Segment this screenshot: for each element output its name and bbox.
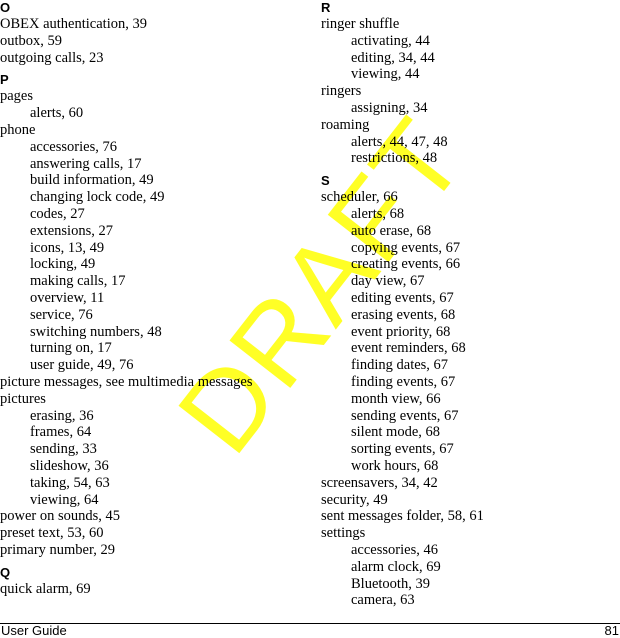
index-entry: sent messages folder, 58, 61 <box>321 508 484 525</box>
footer-title: User Guide <box>1 623 67 638</box>
footer-divider <box>0 623 620 624</box>
index-subentry: work hours, 68 <box>351 457 439 474</box>
index-entry: OBEX authentication, 39 <box>0 16 147 32</box>
index-section-p: Ppages alerts, 60 phone accessories, 76 answ… <box>0 72 310 558</box>
index-subentry: month view, 66 <box>351 390 441 407</box>
index-subentry: making calls, 17 <box>30 273 126 290</box>
index-subentry: editing events, 67 <box>351 289 454 306</box>
index-subentry: locking, 49 <box>30 256 96 273</box>
index-subentry: accessories, 46 <box>351 541 438 558</box>
index-subentry: extensions, 27 <box>30 222 113 239</box>
index-subentry: alerts, 44, 47, 48 <box>351 133 448 150</box>
index-subentry: auto erase, 68 <box>351 222 432 239</box>
index-subentry: taking, 54, 63 <box>30 474 110 491</box>
index-subentry: codes, 27 <box>30 205 85 222</box>
index-subentry: creating events, 66 <box>351 256 461 273</box>
index-subentry: restrictions, 48 <box>351 150 438 167</box>
index-entry: ringers <box>321 83 362 100</box>
index-entry: screensavers, 34, 42 <box>321 474 438 491</box>
index-subentry: camera, 63 <box>351 592 415 609</box>
index-entry: settings <box>321 525 366 542</box>
index-subentry: frames, 64 <box>30 424 92 441</box>
index-section-s: Sscheduler, 66 alerts, 68 auto erase, 68 co… <box>321 173 620 609</box>
index-subentry: user guide, 49, 76 <box>30 357 134 374</box>
page-number: 81 <box>604 623 619 638</box>
index-subentry: event priority, 68 <box>351 323 451 340</box>
index-entry: phone <box>0 121 36 138</box>
index-subentry: switching numbers, 48 <box>30 323 162 340</box>
index-subentry: day view, 67 <box>351 273 425 290</box>
index-section-o: O OBEX authentication, 39 outbox, 59 outgoi… <box>0 0 310 66</box>
index-subentry: alerts, 68 <box>351 205 405 222</box>
index-subentry: build information, 49 <box>30 172 154 189</box>
index-subentry: alarm clock, 69 <box>351 558 441 575</box>
index-subentry: sending events, 67 <box>351 407 459 424</box>
index-section-r: Rringer shuffle activating, 44 editing, 34… <box>321 0 620 167</box>
index-subentry: event reminders, 68 <box>351 340 466 357</box>
index-entry: pictures <box>0 390 46 407</box>
index-subentry: accessories, 76 <box>30 138 117 155</box>
index-subentry: overview, 11 <box>30 289 105 306</box>
index-entry: pages <box>0 88 34 105</box>
index-subentry: service, 76 <box>30 306 93 323</box>
index-section-q: Qquick alarm, 69 <box>0 565 310 598</box>
index-column-right: Rringer shuffle activating, 44 editing, 34… <box>321 0 620 609</box>
index-entry: power on sounds, 45 <box>0 508 121 525</box>
index-entry: outgoing calls, 23 <box>0 49 104 66</box>
index-subentry: finding events, 67 <box>351 373 456 390</box>
section-letter: O <box>0 0 11 15</box>
index-entry: roaming <box>321 116 370 133</box>
index-entry: ringer shuffle <box>321 16 400 32</box>
index-subentry: finding dates, 67 <box>351 357 449 374</box>
index-subentry: sorting events, 67 <box>351 441 454 458</box>
index-subentry: sending, 33 <box>30 441 97 458</box>
index-subentry: copying events, 67 <box>351 239 461 256</box>
index-subentry: erasing events, 68 <box>351 306 456 323</box>
index-entry: outbox, 59 <box>0 32 63 49</box>
index-subentry: turning on, 17 <box>30 340 112 357</box>
index-subentry: slideshow, 36 <box>30 457 109 474</box>
index-subentry: viewing, 64 <box>30 491 99 508</box>
index-subentry: editing, 34, 44 <box>351 49 435 66</box>
section-letter: S <box>321 173 330 189</box>
index-entry: primary number, 29 <box>0 541 115 558</box>
index-subentry: silent mode, 68 <box>351 424 441 441</box>
index-subentry: erasing, 36 <box>30 407 94 424</box>
index-subentry: viewing, 44 <box>351 66 420 83</box>
index-subentry: Bluetooth, 39 <box>351 575 430 592</box>
index-subentry: alerts, 60 <box>30 105 84 122</box>
index-entry: picture messages, see multimedia message… <box>0 373 253 390</box>
index-subentry: changing lock code, 49 <box>30 189 165 206</box>
index-entry: scheduler, 66 <box>321 189 398 206</box>
index-subentry: answering calls, 17 <box>30 155 142 172</box>
index-entry: security, 49 <box>321 491 388 508</box>
index-subentry: icons, 13, 49 <box>30 239 105 256</box>
index-column-left: O OBEX authentication, 39 outbox, 59 outgoi… <box>0 0 310 598</box>
index-subentry: assigning, 34 <box>351 99 428 116</box>
index-entry: preset text, 53, 60 <box>0 525 104 542</box>
section-letter: Q <box>0 564 11 580</box>
section-letter: R <box>321 0 331 15</box>
section-letter: P <box>0 72 9 88</box>
index-entry: quick alarm, 69 <box>0 580 91 597</box>
index-subentry: activating, 44 <box>351 32 430 49</box>
